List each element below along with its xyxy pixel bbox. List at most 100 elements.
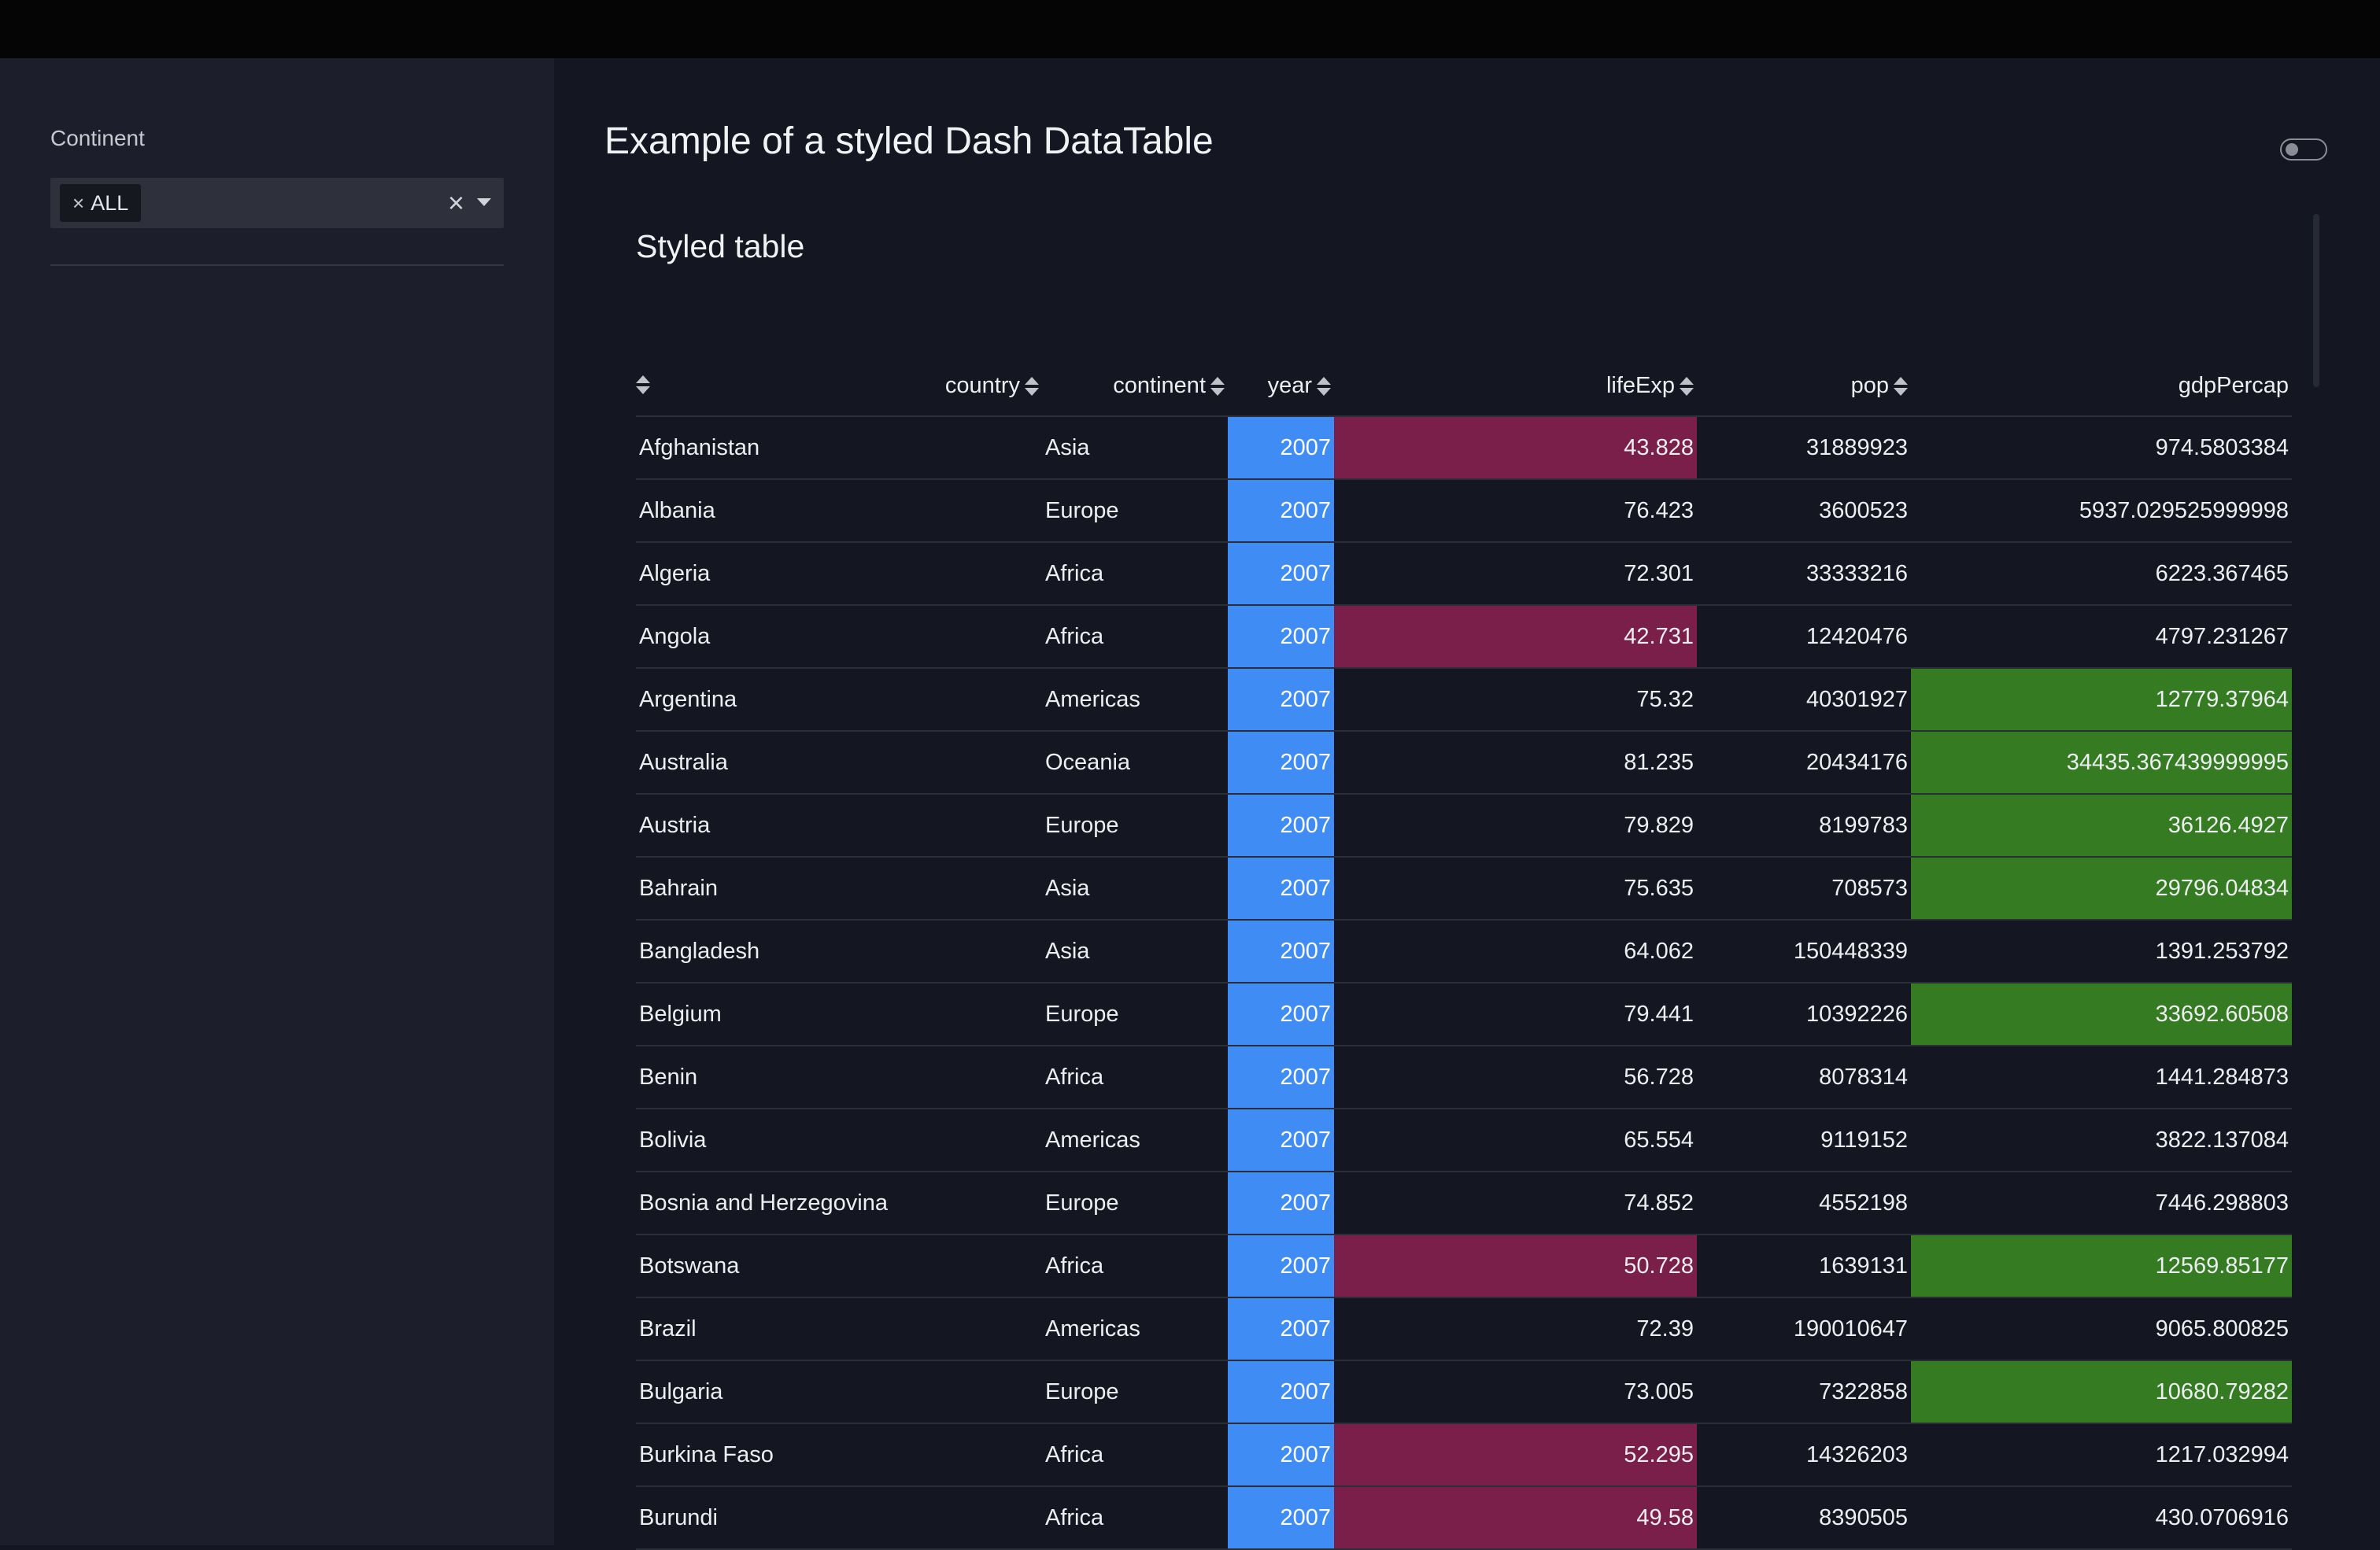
cell-pop[interactable]: 33333216 <box>1697 542 1911 606</box>
cell-gdppercap[interactable]: 9065.800825 <box>1911 1297 2292 1361</box>
cell-year[interactable]: 2007 <box>1228 1109 1334 1172</box>
table-row[interactable]: Albania Europe 2007 76.423 3600523 5937.02952… <box>636 479 2292 543</box>
cell-continent[interactable]: Africa <box>1042 1234 1228 1298</box>
cell-lifeexp[interactable]: 42.731 <box>1334 605 1697 669</box>
cell-country[interactable]: Bulgaria <box>636 1360 1042 1424</box>
cell-country[interactable]: Burkina Faso <box>636 1423 1042 1487</box>
cell-lifeexp[interactable]: 56.728 <box>1334 1046 1697 1109</box>
cell-lifeexp[interactable]: 50.728 <box>1334 1234 1697 1298</box>
theme-toggle[interactable] <box>2280 138 2327 161</box>
cell-pop[interactable]: 8078314 <box>1697 1046 1911 1109</box>
cell-continent[interactable]: Asia <box>1042 857 1228 921</box>
cell-continent[interactable]: Americas <box>1042 668 1228 732</box>
cell-continent[interactable]: Europe <box>1042 983 1228 1046</box>
table-row[interactable]: Burkina Faso Africa 2007 52.295 14326203 1217… <box>636 1423 2292 1487</box>
cell-gdppercap[interactable]: 7446.298803 <box>1911 1172 2292 1235</box>
cell-country[interactable]: Argentina <box>636 668 1042 732</box>
cell-continent[interactable]: Africa <box>1042 605 1228 669</box>
cell-continent[interactable]: Europe <box>1042 479 1228 543</box>
cell-pop[interactable]: 8199783 <box>1697 794 1911 858</box>
table-row[interactable]: Bolivia Americas 2007 65.554 9119152 3822.137… <box>636 1109 2292 1172</box>
cell-lifeexp[interactable]: 74.852 <box>1334 1172 1697 1235</box>
cell-lifeexp[interactable]: 79.441 <box>1334 983 1697 1046</box>
sort-icon[interactable] <box>1894 376 1908 397</box>
column-header-continent[interactable]: continent <box>1042 356 1228 417</box>
cell-country[interactable]: Bangladesh <box>636 920 1042 984</box>
cell-pop[interactable]: 40301927 <box>1697 668 1911 732</box>
column-header-lifeexp[interactable]: lifeExp <box>1334 356 1697 417</box>
cell-year[interactable]: 2007 <box>1228 857 1334 921</box>
cell-country[interactable]: Burundi <box>636 1486 1042 1550</box>
cell-lifeexp[interactable]: 72.39 <box>1334 1297 1697 1361</box>
table-row[interactable]: Brazil Americas 2007 72.39 190010647 9065.800… <box>636 1297 2292 1361</box>
cell-gdppercap[interactable]: 4797.231267 <box>1911 605 2292 669</box>
cell-year[interactable]: 2007 <box>1228 1423 1334 1487</box>
cell-country[interactable]: Austria <box>636 794 1042 858</box>
cell-gdppercap[interactable]: 974.5803384 <box>1911 416 2292 480</box>
cell-gdppercap[interactable]: 36126.4927 <box>1911 794 2292 858</box>
cell-continent[interactable]: Africa <box>1042 542 1228 606</box>
cell-pop[interactable]: 3600523 <box>1697 479 1911 543</box>
chip-remove-icon[interactable]: × <box>72 191 84 216</box>
cell-gdppercap[interactable]: 12779.37964 <box>1911 668 2292 732</box>
cell-continent[interactable]: Africa <box>1042 1046 1228 1109</box>
cell-gdppercap[interactable]: 6223.367465 <box>1911 542 2292 606</box>
table-row[interactable]: Bahrain Asia 2007 75.635 708573 29796.04834 <box>636 857 2292 921</box>
cell-lifeexp[interactable]: 81.235 <box>1334 731 1697 795</box>
table-row[interactable]: Belgium Europe 2007 79.441 10392226 33692.605… <box>636 983 2292 1046</box>
cell-pop[interactable]: 8390505 <box>1697 1486 1911 1550</box>
cell-continent[interactable]: Europe <box>1042 794 1228 858</box>
cell-country[interactable]: Belgium <box>636 983 1042 1046</box>
cell-gdppercap[interactable]: 34435.367439999995 <box>1911 731 2292 795</box>
column-header-country[interactable]: country <box>636 356 1042 417</box>
cell-pop[interactable]: 7322858 <box>1697 1360 1911 1424</box>
chevron-down-icon[interactable] <box>477 198 491 206</box>
column-header-gdppercap[interactable]: gdpPercap <box>1911 356 2292 417</box>
cell-lifeexp[interactable]: 43.828 <box>1334 416 1697 480</box>
cell-year[interactable]: 2007 <box>1228 416 1334 480</box>
cell-continent[interactable]: Americas <box>1042 1109 1228 1172</box>
cell-pop[interactable]: 14326203 <box>1697 1423 1911 1487</box>
cell-pop[interactable]: 20434176 <box>1697 731 1911 795</box>
table-row[interactable]: Botswana Africa 2007 50.728 1639131 12569.851… <box>636 1234 2292 1298</box>
cell-lifeexp[interactable]: 76.423 <box>1334 479 1697 543</box>
sort-icon[interactable] <box>1317 376 1331 397</box>
cell-lifeexp[interactable]: 75.635 <box>1334 857 1697 921</box>
table-row[interactable]: Bulgaria Europe 2007 73.005 7322858 10680.792… <box>636 1360 2292 1424</box>
selected-value-chip[interactable]: × ALL <box>60 184 142 222</box>
cell-continent[interactable]: Americas <box>1042 1297 1228 1361</box>
cell-continent[interactable]: Africa <box>1042 1423 1228 1487</box>
cell-gdppercap[interactable]: 29796.04834 <box>1911 857 2292 921</box>
cell-year[interactable]: 2007 <box>1228 1234 1334 1298</box>
scrollbar[interactable] <box>2313 214 2319 387</box>
cell-country[interactable]: Australia <box>636 731 1042 795</box>
cell-year[interactable]: 2007 <box>1228 479 1334 543</box>
cell-gdppercap[interactable]: 430.0706916 <box>1911 1486 2292 1550</box>
cell-pop[interactable]: 708573 <box>1697 857 1911 921</box>
cell-country[interactable]: Benin <box>636 1046 1042 1109</box>
cell-pop[interactable]: 150448339 <box>1697 920 1911 984</box>
cell-pop[interactable]: 190010647 <box>1697 1297 1911 1361</box>
sort-icon[interactable] <box>1025 376 1039 397</box>
cell-gdppercap[interactable]: 3822.137084 <box>1911 1109 2292 1172</box>
cell-gdppercap[interactable]: 5937.029525999998 <box>1911 479 2292 543</box>
cell-lifeexp[interactable]: 75.32 <box>1334 668 1697 732</box>
cell-lifeexp[interactable]: 73.005 <box>1334 1360 1697 1424</box>
cell-continent[interactable]: Europe <box>1042 1360 1228 1424</box>
cell-gdppercap[interactable]: 12569.85177 <box>1911 1234 2292 1298</box>
cell-year[interactable]: 2007 <box>1228 1360 1334 1424</box>
sort-icon[interactable] <box>1680 376 1694 397</box>
cell-lifeexp[interactable]: 52.295 <box>1334 1423 1697 1487</box>
cell-year[interactable]: 2007 <box>1228 668 1334 732</box>
cell-country[interactable]: Afghanistan <box>636 416 1042 480</box>
cell-year[interactable]: 2007 <box>1228 920 1334 984</box>
cell-country[interactable]: Bolivia <box>636 1109 1042 1172</box>
table-row[interactable]: Argentina Americas 2007 75.32 40301927 12779.… <box>636 668 2292 732</box>
cell-continent[interactable]: Africa <box>1042 1486 1228 1550</box>
cell-lifeexp[interactable]: 49.58 <box>1334 1486 1697 1550</box>
cell-country[interactable]: Angola <box>636 605 1042 669</box>
cell-lifeexp[interactable]: 64.062 <box>1334 920 1697 984</box>
table-row[interactable]: Bosnia and Herzegovina Europe 2007 74.852 45… <box>636 1172 2292 1235</box>
index-sort-icon[interactable] <box>636 375 650 395</box>
cell-country[interactable]: Bahrain <box>636 857 1042 921</box>
